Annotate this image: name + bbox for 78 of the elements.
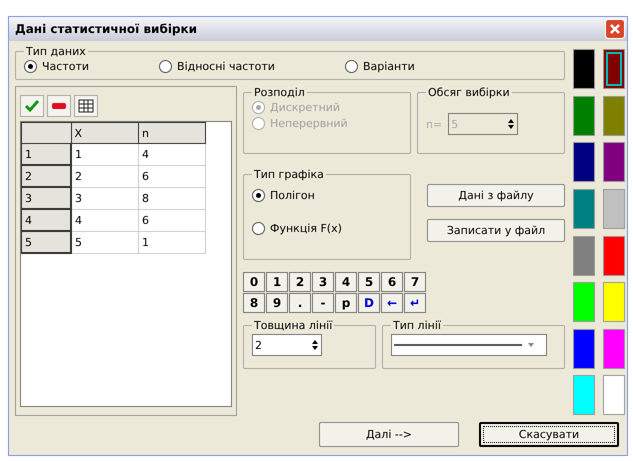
color-swatch[interactable] [603,375,625,416]
color-swatch[interactable] [603,282,625,322]
keypad-key[interactable]: . [289,293,311,313]
group-label: Обсяг вибірки [427,86,511,99]
keypad-key[interactable]: 8 [243,293,265,313]
radio-option[interactable]: Відносні частоти [159,60,275,73]
radio-dot[interactable] [252,189,265,202]
color-swatch[interactable] [573,96,595,136]
keypad-key[interactable]: 4 [335,272,357,292]
row-header: 4 [22,209,71,231]
group-label: Розподіл [253,86,306,99]
line-style-icon [394,343,522,347]
table-cell[interactable]: 5 [71,231,138,253]
group-label: Тип лінії [392,319,442,332]
field-label: n= [426,118,442,130]
color-swatch[interactable] [603,96,625,136]
grid-icon[interactable] [74,95,98,117]
keypad-key[interactable]: D [358,293,380,313]
radio-dot[interactable] [159,60,172,73]
keypad-key[interactable]: 6 [381,272,403,292]
color-swatch[interactable] [573,282,595,322]
keypad-key[interactable]: 0 [243,272,265,292]
close-icon[interactable] [605,19,625,39]
color-swatch[interactable] [573,236,595,276]
radio-option[interactable]: Варіанти [344,60,415,73]
color-swatch[interactable] [603,328,625,369]
minus-icon[interactable] [47,95,71,117]
table-cell[interactable]: 6 [138,165,206,187]
column-header: n [138,122,206,144]
group-label: Товщина лінії [253,319,334,332]
window-title: Дані статистичної вибірки [15,22,198,36]
keypad-key[interactable]: 5 [358,272,380,292]
radio-option[interactable]: Функція F(x) [252,222,402,235]
color-swatch[interactable] [603,142,625,182]
table-cell[interactable]: 1 [71,144,138,165]
keypad-key[interactable]: p [335,293,357,313]
color-swatch[interactable] [573,188,595,229]
table-cell[interactable]: 1 [138,231,206,253]
keypad-key[interactable]: 7 [404,272,426,292]
table-cell[interactable]: 6 [138,209,206,231]
radio-option[interactable]: Частоти [24,60,90,73]
line-type-dropdown[interactable] [391,334,547,356]
radio-dot[interactable] [24,60,37,73]
row-header: 5 [22,231,71,253]
color-swatch[interactable] [573,328,595,369]
group-label: Тип даних [25,45,87,58]
table-cell[interactable]: 2 [71,165,138,187]
color-swatch[interactable] [573,375,595,416]
table-cell[interactable]: 8 [138,187,206,209]
keypad-key[interactable]: 2 [289,272,311,292]
color-swatch[interactable] [603,49,625,89]
table-cell[interactable]: 4 [71,209,138,231]
radio-option[interactable]: Полігон [252,189,402,202]
column-header: X [71,122,138,144]
dialog-button[interactable]: Скасувати [479,422,619,447]
radio-dot[interactable] [252,222,265,235]
file-button[interactable]: Дані з файлу [427,184,565,207]
keypad-key[interactable]: - [312,293,334,313]
table-cell[interactable]: 3 [71,187,138,209]
keypad-key[interactable]: 3 [312,272,334,292]
line-width-spinner[interactable]: 2 [252,334,322,356]
dialog-button[interactable]: Далі --> [319,422,459,447]
file-button[interactable]: Записати у файл [427,219,565,242]
row-header: 3 [22,187,71,209]
table-cell[interactable]: 4 [138,144,206,165]
color-swatch[interactable] [573,142,595,182]
group-label: Тип графіка [253,168,325,181]
radio-dot[interactable] [344,60,358,73]
color-swatch[interactable] [573,49,595,89]
keypad-key[interactable]: 9 [266,293,288,313]
keypad-key[interactable]: ↵ [404,293,426,313]
color-swatch[interactable] [603,188,625,229]
row-header: 2 [22,165,71,187]
keypad-key[interactable]: 1 [266,272,288,292]
check-icon[interactable] [20,95,44,117]
color-swatch[interactable] [603,236,625,276]
keypad-key[interactable]: ← [381,293,403,313]
row-header: 1 [22,144,71,165]
